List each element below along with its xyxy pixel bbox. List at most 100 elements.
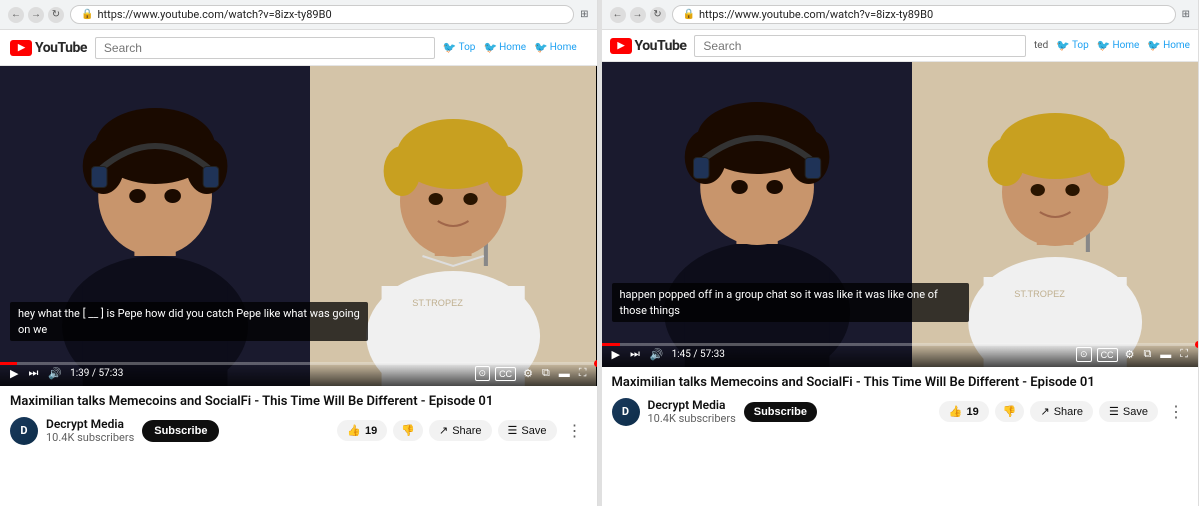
twitter-top-left[interactable]: 🐦 Top	[443, 41, 476, 54]
time-display-right: 1:45 / 57:33	[672, 349, 725, 360]
browser-nav-left: ← → ↻	[8, 7, 64, 23]
share-button-right[interactable]: ↗ Share	[1030, 401, 1093, 422]
dislike-button-left[interactable]: 👎	[393, 420, 423, 441]
more-button-right[interactable]: ⋮	[1164, 400, 1188, 424]
lock-icon-right: 🔒	[683, 9, 695, 20]
twitter-home2-label: Home	[550, 42, 577, 53]
twitter-home2-left[interactable]: 🐦 Home	[534, 41, 577, 54]
video-controls-left: ▶ ⏭ 🔊 1:39 / 57:33 ⊙ CC ⚙ ⧉ ▬ ⛶	[0, 362, 597, 386]
save-button-right[interactable]: ☰ Save	[1099, 401, 1158, 422]
browser-nav-right: ← → ↻	[610, 7, 666, 23]
video-info-left: Maximilian talks Memecoins and SocialFi …	[0, 386, 597, 506]
yt-nav-right: ▶ YouTube ted 🐦 Top 🐦 Home 🐦 Home	[602, 30, 1199, 62]
miniplayer-button-left[interactable]: ⧉	[540, 367, 552, 380]
twitter-home-label: Home	[499, 42, 526, 53]
tab-icon-left: ⊞	[580, 9, 588, 20]
twitter-home-right[interactable]: 🐦 Home	[1097, 39, 1140, 52]
channel-subs-right: 10.4K subscribers	[648, 412, 736, 425]
search-input-right[interactable]	[694, 35, 1026, 57]
twitter-home2-right[interactable]: 🐦 Home	[1147, 39, 1190, 52]
video-player-right[interactable]: ST.TROPEZ happen popped off in a group c…	[602, 62, 1199, 367]
progress-fill-left	[0, 362, 17, 365]
share-button-left[interactable]: ↗ Share	[429, 420, 492, 441]
volume-button-left[interactable]: 🔊	[46, 367, 64, 380]
fullscreen-button-right[interactable]: ⛶	[1178, 348, 1190, 361]
like-button-right[interactable]: 👍 19	[939, 401, 989, 422]
save-button-left[interactable]: ☰ Save	[498, 420, 557, 441]
progress-bar-right[interactable]	[602, 343, 1199, 346]
browser-chrome-left: ← → ↻ 🔒 https://www.youtube.com/watch?v=…	[0, 0, 597, 30]
yt-logo-right: ▶ YouTube	[610, 38, 687, 54]
share-icon-left: ↗	[439, 424, 448, 437]
video-title-right: Maximilian talks Memecoins and SocialFi …	[612, 375, 1189, 392]
cc-button-left[interactable]: CC	[495, 367, 516, 381]
channel-name-left[interactable]: Decrypt Media	[46, 417, 134, 431]
yt-logo-text-right: YouTube	[635, 38, 687, 54]
twitter-top-label: Top	[459, 42, 476, 53]
thumbup-icon-left: 👍	[347, 424, 361, 437]
subscribe-button-right[interactable]: Subscribe	[744, 402, 817, 422]
channel-row-left: D Decrypt Media 10.4K subscribers Subscr…	[10, 417, 587, 445]
subscribe-button-left[interactable]: Subscribe	[142, 420, 219, 442]
forward-button-left[interactable]: →	[28, 7, 44, 23]
theater-button-right[interactable]: ▬	[1158, 349, 1173, 361]
back-button-left[interactable]: ←	[8, 7, 24, 23]
video-controls-right: ▶ ⏭ 🔊 1:45 / 57:33 ⊙ CC ⚙ ⧉ ▬ ⛶	[602, 343, 1199, 367]
theater-button-left[interactable]: ▬	[557, 368, 572, 380]
like-button-left[interactable]: 👍 19	[337, 420, 387, 441]
url-text-right: https://www.youtube.com/watch?v=8izx-ty8…	[699, 8, 933, 21]
reload-button-right[interactable]: ↻	[650, 7, 666, 23]
yt-logo-text-left: YouTube	[35, 40, 87, 56]
search-input-left[interactable]	[95, 37, 435, 59]
settings-button-right[interactable]: ⚙	[1123, 348, 1137, 361]
twitter-icon-home2: 🐦	[534, 41, 548, 54]
yt-logo-play-right: ▶	[610, 38, 632, 54]
yt-logo-play-left: ▶	[10, 40, 32, 56]
settings-button-left[interactable]: ⚙	[521, 367, 535, 380]
channel-avatar-right: D	[612, 398, 640, 426]
browser-chrome-right: ← → ↻ 🔒 https://www.youtube.com/watch?v=…	[602, 0, 1199, 30]
subtitle-text-right: happen popped off in a group chat so it …	[620, 288, 938, 316]
subtitle-text-left: hey what the [ __ ] is Pepe how did you …	[18, 307, 360, 335]
url-text-left: https://www.youtube.com/watch?v=8izx-ty8…	[97, 8, 331, 21]
dislike-button-right[interactable]: 👎	[995, 401, 1025, 422]
video-player-left[interactable]: ST.TROPEZ hey what the [ __ ] is Pepe ho…	[0, 66, 597, 386]
play-button-right[interactable]: ▶	[610, 348, 622, 361]
channel-avatar-left: D	[10, 417, 38, 445]
play-button-left[interactable]: ▶	[8, 367, 20, 380]
twitter-home-left[interactable]: 🐦 Home	[483, 41, 526, 54]
actions-row-left: 👍 19 👎 ↗ Share ☰ Save ⋮	[337, 419, 586, 443]
like-count-left: 19	[365, 425, 377, 437]
twitter-top-label-r: Top	[1072, 40, 1089, 51]
next-button-left[interactable]: ⏭	[26, 367, 40, 380]
address-bar-left[interactable]: 🔒 https://www.youtube.com/watch?v=8izx-t…	[70, 5, 574, 24]
share-icon-right: ↗	[1040, 405, 1049, 418]
like-count-right: 19	[967, 406, 979, 418]
channel-subs-left: 10.4K subscribers	[46, 431, 134, 444]
twitter-icon-top-r: 🐦	[1056, 39, 1070, 52]
twitter-icon-home: 🐦	[483, 41, 497, 54]
more-button-left[interactable]: ⋮	[563, 419, 587, 443]
miniplayer-button-right[interactable]: ⧉	[1141, 348, 1153, 361]
autoplay-button-right[interactable]: ⊙	[1076, 347, 1092, 362]
thumbdown-icon-right: 👎	[1003, 405, 1017, 418]
forward-button-right[interactable]: →	[630, 7, 646, 23]
twitter-top-right[interactable]: 🐦 Top	[1056, 39, 1089, 52]
progress-bar-left[interactable]	[0, 362, 597, 365]
volume-button-right[interactable]: 🔊	[648, 348, 666, 361]
share-label-left: Share	[452, 425, 481, 437]
save-icon-right: ☰	[1109, 405, 1119, 418]
address-bar-right[interactable]: 🔒 https://www.youtube.com/watch?v=8izx-t…	[672, 5, 1176, 24]
autoplay-button-left[interactable]: ⊙	[475, 366, 491, 381]
fullscreen-button-left[interactable]: ⛶	[577, 367, 589, 380]
subtitle-overlay-right: happen popped off in a group chat so it …	[612, 283, 970, 322]
twitter-icon-top: 🐦	[443, 41, 457, 54]
cc-button-right[interactable]: CC	[1097, 348, 1118, 362]
back-button-right[interactable]: ←	[610, 7, 626, 23]
progress-fill-right	[602, 343, 620, 346]
next-button-right[interactable]: ⏭	[628, 348, 642, 361]
time-display-left: 1:39 / 57:33	[70, 368, 123, 379]
reload-button-left[interactable]: ↻	[48, 7, 64, 23]
channel-name-right[interactable]: Decrypt Media	[648, 398, 736, 412]
progress-dot-right	[1195, 341, 1198, 348]
